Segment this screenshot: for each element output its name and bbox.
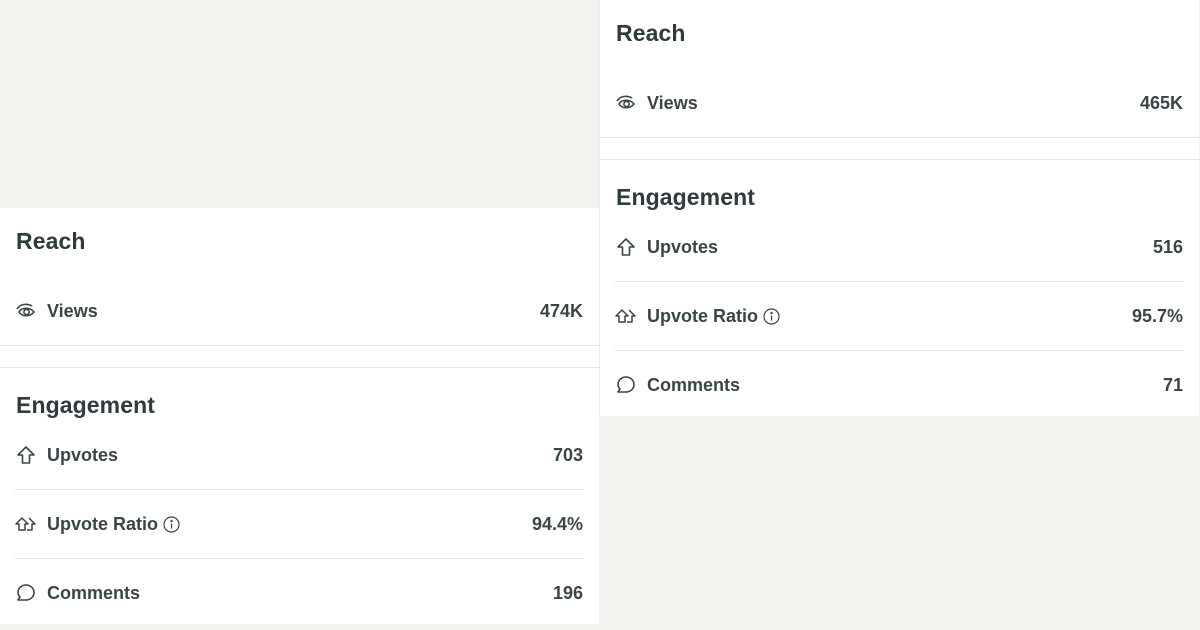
upvote-ratio-icon <box>615 305 637 327</box>
engagement-section-title: Engagement <box>616 184 756 210</box>
section-divider <box>0 345 599 368</box>
eye-icon <box>15 300 37 322</box>
stats-panel-right: Reach Views 465K Engagement Upvotes 516 <box>599 0 1199 416</box>
reach-section-title: Reach <box>616 20 686 46</box>
views-label: Views <box>47 300 98 321</box>
stats-panel-left: Reach Views 474K Engagement Upvotes 703 <box>0 208 599 624</box>
section-divider <box>600 137 1199 160</box>
views-row: Views 474K <box>15 293 583 329</box>
comments-value: 71 <box>1162 374 1183 395</box>
views-row: Views 465K <box>615 85 1183 121</box>
row-divider <box>15 558 583 559</box>
comments-label: Comments <box>647 374 741 395</box>
views-value: 465K <box>1139 92 1183 113</box>
reach-section-title: Reach <box>16 228 86 254</box>
upvotes-value: 516 <box>1152 236 1183 257</box>
comment-bubble-icon <box>615 374 637 396</box>
upvote-ratio-row: Upvote Ratio 94.4% <box>15 506 583 542</box>
row-divider <box>615 350 1183 351</box>
upvotes-label: Upvotes <box>47 444 119 465</box>
info-icon[interactable] <box>163 515 180 533</box>
upvote-ratio-value: 94.4% <box>531 513 583 534</box>
upvote-arrow-icon <box>15 444 37 466</box>
upvote-ratio-label-wrap: Upvote Ratio <box>47 514 532 535</box>
upvotes-label: Upvotes <box>647 236 719 257</box>
row-divider <box>615 281 1183 282</box>
upvotes-row: Upvotes 516 <box>615 229 1183 265</box>
views-value: 474K <box>539 300 583 321</box>
comments-row: Comments 71 <box>615 367 1183 403</box>
upvotes-value: 703 <box>552 444 583 465</box>
upvote-ratio-label-wrap: Upvote Ratio <box>647 306 1132 327</box>
views-label: Views <box>647 92 698 113</box>
upvote-ratio-icon <box>15 513 37 535</box>
upvote-ratio-value: 95.7% <box>1131 305 1183 326</box>
comments-value: 196 <box>552 582 583 603</box>
stats-stage: Reach Views 474K Engagement Upvotes 703 <box>0 0 1200 630</box>
comment-bubble-icon <box>15 582 37 604</box>
row-divider <box>15 489 583 490</box>
engagement-section-title: Engagement <box>16 392 156 418</box>
info-icon[interactable] <box>763 307 780 325</box>
comments-row: Comments 196 <box>15 575 583 611</box>
upvote-arrow-icon <box>615 236 637 258</box>
comments-label: Comments <box>47 582 141 603</box>
upvote-ratio-label: Upvote Ratio <box>647 305 759 326</box>
upvote-ratio-label: Upvote Ratio <box>47 513 159 534</box>
eye-icon <box>615 92 637 114</box>
upvotes-row: Upvotes 703 <box>15 437 583 473</box>
upvote-ratio-row: Upvote Ratio 95.7% <box>615 298 1183 334</box>
